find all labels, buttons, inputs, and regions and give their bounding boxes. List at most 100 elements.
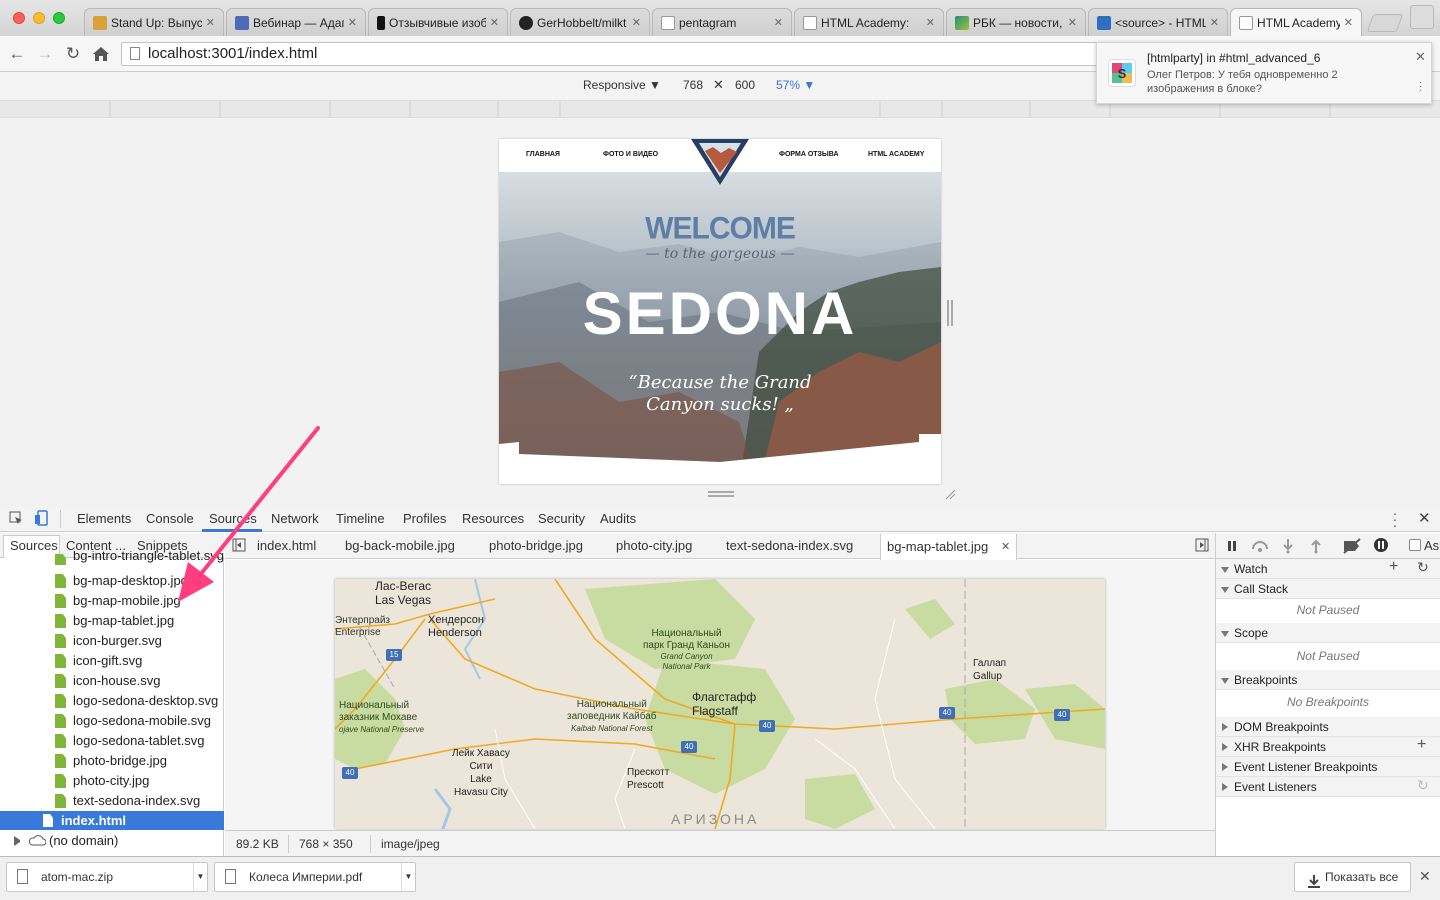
tab-close-icon[interactable]: ✕ — [348, 16, 357, 29]
file-item[interactable]: logo-sedona-tablet.svg — [55, 731, 205, 751]
editor-tab[interactable]: photo-bridge.jpg — [489, 533, 583, 559]
browser-tab[interactable]: Отзывчивые изоб ✕ — [368, 8, 508, 36]
swap-dimensions-icon[interactable]: ✕ — [713, 77, 724, 93]
browser-tab[interactable]: pentagram ✕ — [652, 8, 792, 36]
browser-tab[interactable]: Вебинар — Адап ✕ — [226, 8, 366, 36]
file-item[interactable]: bg-map-mobile.jpg — [55, 591, 181, 611]
toggle-navigator-icon[interactable] — [232, 538, 246, 552]
close-window-button[interactable] — [13, 12, 25, 24]
step-out-icon[interactable] — [1310, 538, 1322, 554]
file-item-selected[interactable]: index.html — [0, 811, 224, 830]
device-height-input[interactable]: 600 — [735, 78, 755, 92]
file-item[interactable]: bg-intro-triangle-tablet.svg — [55, 551, 224, 565]
editor-tab[interactable]: bg-back-mobile.jpg — [345, 533, 455, 559]
tab-close-icon[interactable]: ✕ — [632, 16, 641, 29]
browser-tab-active[interactable]: HTML Academy: ✕ — [1230, 8, 1362, 36]
address-bar[interactable]: localhost:3001/index.html — [121, 42, 1101, 66]
pause-icon[interactable] — [1226, 539, 1238, 553]
file-item[interactable]: bg-map-desktop.jpg — [55, 571, 188, 591]
devtools-tab-security[interactable]: Security — [538, 506, 585, 532]
navigator-tab-sources[interactable]: Sources — [10, 533, 58, 558]
slack-notification[interactable]: S [htmlparty] in #html_advanced_6 Олег П… — [1096, 42, 1432, 104]
notification-close-icon[interactable]: ✕ — [1415, 49, 1426, 65]
editor-tab-close-icon[interactable]: ✕ — [1001, 540, 1010, 553]
tab-close-icon[interactable]: ✕ — [490, 16, 499, 29]
devtools-close-icon[interactable]: ✕ — [1418, 509, 1431, 527]
call-stack-section-header[interactable]: Call Stack — [1216, 579, 1440, 599]
no-domain-item[interactable]: (no domain) — [49, 833, 118, 848]
download-menu-arrow-icon[interactable]: ▼ — [193, 863, 207, 891]
reload-icon[interactable]: ↻ — [63, 44, 83, 64]
breakpoints-section-header[interactable]: Breakpoints — [1216, 670, 1440, 690]
pause-on-exceptions-icon[interactable] — [1373, 537, 1389, 553]
devtools-tab-timeline[interactable]: Timeline — [336, 506, 385, 532]
watch-section-header[interactable]: Watch — [1216, 559, 1440, 579]
editor-tab[interactable]: index.html — [257, 533, 316, 559]
editor-tab[interactable]: photo-city.jpg — [616, 533, 692, 559]
devtools-tab-profiles[interactable]: Profiles — [403, 506, 446, 532]
viewport-resize-handle-bottom[interactable] — [708, 491, 734, 497]
site-nav-academy[interactable]: HTML ACADEMY — [868, 151, 924, 158]
tab-close-icon[interactable]: ✕ — [1068, 16, 1077, 29]
file-item[interactable]: icon-burger.svg — [55, 631, 162, 651]
tab-close-icon[interactable]: ✕ — [1210, 16, 1219, 29]
devtools-tab-audits[interactable]: Audits — [600, 506, 636, 532]
device-mode-icon[interactable] — [35, 510, 49, 526]
event-listener-breakpoints-section-header[interactable]: Event Listener Breakpoints — [1216, 757, 1440, 777]
close-downloads-icon[interactable]: ✕ — [1419, 868, 1431, 885]
devtools-menu-icon[interactable]: · · · — [1392, 506, 1398, 532]
file-item[interactable]: icon-gift.svg — [55, 651, 142, 671]
browser-tab[interactable]: HTML Academy: ✕ — [794, 8, 944, 36]
devtools-tab-resources[interactable]: Resources — [462, 506, 524, 532]
viewport-resize-handle-right[interactable] — [947, 300, 953, 326]
editor-tab[interactable]: text-sedona-index.svg — [726, 533, 853, 559]
back-arrow-icon[interactable]: ← — [7, 44, 27, 64]
refresh-event-listeners-icon[interactable]: ↻ — [1417, 777, 1429, 794]
forward-arrow-icon[interactable]: → — [35, 44, 55, 64]
download-menu-arrow-icon[interactable]: ▼ — [401, 863, 415, 891]
device-mode-select[interactable]: Responsive ▼ — [583, 78, 661, 92]
browser-tab[interactable]: Stand Up: Выпуск ✕ — [84, 8, 224, 36]
toggle-debugger-icon[interactable] — [1195, 538, 1209, 552]
add-watch-icon[interactable]: + — [1389, 558, 1398, 576]
editor-tab-active[interactable]: bg-map-tablet.jpg ✕ — [880, 534, 1017, 560]
file-item[interactable]: bg-map-tablet.jpg — [55, 611, 174, 631]
inspect-element-icon[interactable] — [9, 511, 23, 525]
profile-button[interactable] — [1410, 5, 1434, 29]
device-width-input[interactable]: 768 — [683, 78, 703, 92]
browser-tab[interactable]: <source> - HTML ✕ — [1088, 8, 1228, 36]
file-item[interactable]: text-sedona-index.svg — [55, 791, 200, 811]
step-over-icon[interactable] — [1251, 539, 1269, 553]
refresh-watch-icon[interactable]: ↻ — [1417, 559, 1429, 576]
devtools-tab-network[interactable]: Network — [271, 506, 319, 532]
dom-breakpoints-section-header[interactable]: DOM Breakpoints — [1216, 717, 1440, 737]
download-item[interactable]: Колеса Империи.pdf ▼ — [214, 862, 416, 892]
file-item[interactable]: logo-sedona-desktop.svg — [55, 691, 218, 711]
tab-close-icon[interactable]: ✕ — [926, 16, 935, 29]
home-icon[interactable] — [92, 46, 110, 62]
step-into-icon[interactable] — [1282, 538, 1294, 554]
browser-tab[interactable]: РБК — новости, ✕ — [946, 8, 1086, 36]
event-listeners-section-header[interactable]: Event Listeners — [1216, 777, 1440, 797]
show-all-downloads-button[interactable]: Показать все — [1294, 862, 1411, 892]
scope-section-header[interactable]: Scope — [1216, 623, 1440, 643]
deactivate-breakpoints-icon[interactable] — [1342, 538, 1362, 554]
file-item[interactable]: photo-city.jpg — [55, 771, 149, 791]
zoom-select[interactable]: 57% ▼ — [776, 78, 815, 92]
site-nav-photo[interactable]: ФОТО И ВИДЕО — [603, 151, 658, 158]
viewport-resize-corner[interactable] — [944, 488, 956, 500]
browser-tab[interactable]: GerHobbelt/milkt ✕ — [510, 8, 650, 36]
async-checkbox[interactable] — [1409, 539, 1421, 551]
site-nav-home[interactable]: ГЛАВНАЯ — [526, 151, 560, 158]
expand-arrow-icon[interactable] — [14, 836, 24, 846]
notification-menu-icon[interactable]: · · · — [1419, 78, 1422, 96]
devtools-tab-elements[interactable]: Elements — [77, 506, 131, 532]
add-xhr-breakpoint-icon[interactable]: + — [1417, 736, 1426, 754]
devtools-tab-console[interactable]: Console — [146, 506, 194, 532]
file-item[interactable]: photo-bridge.jpg — [55, 751, 167, 771]
tab-close-icon[interactable]: ✕ — [774, 16, 783, 29]
maximize-window-button[interactable] — [53, 12, 65, 24]
tab-close-icon[interactable]: ✕ — [206, 16, 215, 29]
tab-close-icon[interactable]: ✕ — [1344, 16, 1353, 29]
file-item[interactable]: icon-house.svg — [55, 671, 160, 691]
